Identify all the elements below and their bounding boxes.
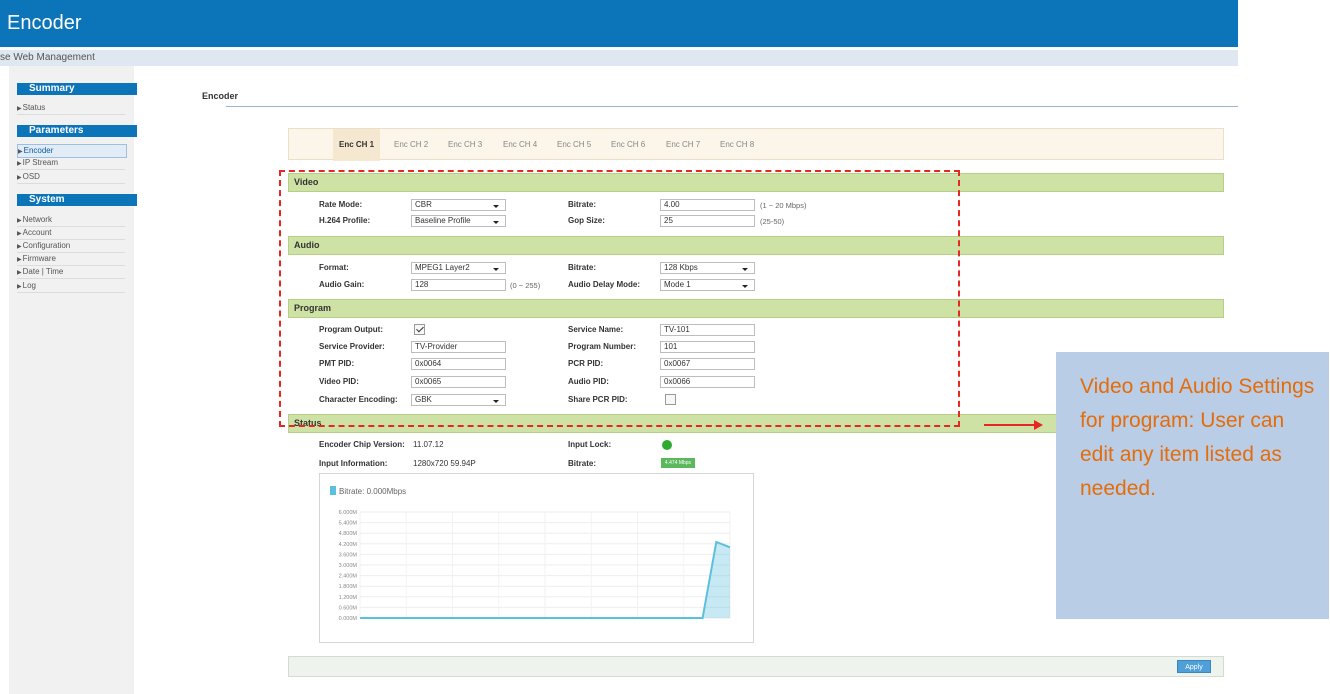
sidebar-item-label: Date | Time bbox=[22, 267, 64, 276]
sidebar-item-log[interactable]: ▶Log bbox=[17, 280, 125, 293]
tab-enc-ch5[interactable]: Enc CH 5 bbox=[557, 129, 591, 161]
tab-enc-ch4[interactable]: Enc CH 4 bbox=[503, 129, 537, 161]
y-tick-label: 0.000M bbox=[339, 616, 358, 622]
highlight-box bbox=[279, 170, 960, 427]
triangle-right-icon: ▶ bbox=[18, 149, 23, 155]
tab-enc-ch7[interactable]: Enc CH 7 bbox=[666, 129, 700, 161]
channel-tabs: Enc CH 1 Enc CH 2 Enc CH 3 Enc CH 4 Enc … bbox=[288, 128, 1224, 161]
sidebar-section-system: System bbox=[17, 194, 137, 206]
tab-enc-ch1[interactable]: Enc CH 1 bbox=[333, 129, 381, 161]
sidebar-item-label: Log bbox=[22, 281, 36, 290]
sidebar-item-configuration[interactable]: ▶Configuration bbox=[17, 240, 125, 253]
legend-swatch bbox=[330, 486, 336, 495]
sidebar-item-osd[interactable]: ▶OSD bbox=[17, 171, 125, 184]
bitrate-chart: Bitrate: 0.000Mbps 6.000M 5.400M 4.800M 4.20… bbox=[319, 473, 754, 643]
callout-arrow-line bbox=[984, 424, 1036, 426]
page-title: Encoder bbox=[202, 91, 239, 101]
bitrate-chart-svg: Bitrate: 0.000Mbps 6.000M 5.400M 4.800M 4.20… bbox=[330, 486, 731, 622]
triangle-right-icon: ▶ bbox=[17, 270, 22, 276]
sidebar-item-date-time[interactable]: ▶Date | Time bbox=[17, 266, 125, 279]
title-divider bbox=[226, 106, 1238, 107]
triangle-right-icon: ▶ bbox=[17, 106, 22, 112]
sidebar-section-parameters: Parameters bbox=[17, 125, 137, 137]
sidebar-item-label: IP Stream bbox=[22, 158, 59, 167]
sidebar-item-encoder[interactable]: ▶Encoder bbox=[17, 144, 127, 158]
subtitle-bar: se Web Management bbox=[0, 50, 1238, 66]
apply-button[interactable]: Apply bbox=[1177, 660, 1211, 673]
input-lock-indicator bbox=[662, 440, 672, 450]
triangle-right-icon: ▶ bbox=[17, 161, 22, 167]
y-tick-label: 1.800M bbox=[339, 584, 358, 590]
y-tick-label: 4.800M bbox=[339, 531, 358, 537]
chip-version-value: 11.07.12 bbox=[413, 440, 444, 449]
app-subtitle: se Web Management bbox=[0, 52, 95, 63]
input-info-value: 1280x720 59.94P bbox=[413, 459, 476, 468]
legend-label: Bitrate: 0.000Mbps bbox=[339, 487, 406, 496]
tab-enc-ch3[interactable]: Enc CH 3 bbox=[448, 129, 482, 161]
sidebar-item-account[interactable]: ▶Account bbox=[17, 227, 125, 240]
sidebar-item-network[interactable]: ▶Network bbox=[17, 214, 125, 227]
callout-text: Video and Audio Settings for program: Us… bbox=[1080, 375, 1315, 500]
triangle-right-icon: ▶ bbox=[17, 175, 22, 181]
status-bitrate-badge: 4.474 Mbps bbox=[661, 458, 695, 468]
y-tick-label: 1.200M bbox=[339, 595, 358, 601]
sidebar-item-firmware[interactable]: ▶Firmware bbox=[17, 253, 125, 266]
arrow-right-icon bbox=[1034, 420, 1043, 430]
y-tick-label: 0.600M bbox=[339, 605, 358, 611]
sidebar-item-status[interactable]: ▶Status bbox=[17, 102, 125, 115]
status-bitrate-label: Bitrate: bbox=[568, 459, 597, 468]
y-tick-label: 2.400M bbox=[339, 574, 358, 580]
triangle-right-icon: ▶ bbox=[17, 218, 22, 224]
tab-enc-ch2[interactable]: Enc CH 2 bbox=[394, 129, 428, 161]
input-lock-label: Input Lock: bbox=[568, 440, 612, 449]
sidebar-item-label: Account bbox=[22, 228, 52, 237]
sidebar-item-label: Firmware bbox=[22, 254, 56, 263]
y-tick-label: 3.000M bbox=[339, 563, 358, 569]
app-header: Encoder bbox=[0, 0, 1238, 47]
tab-enc-ch6[interactable]: Enc CH 6 bbox=[611, 129, 645, 161]
annotation-callout: Video and Audio Settings for program: Us… bbox=[1056, 352, 1329, 619]
triangle-right-icon: ▶ bbox=[17, 284, 22, 290]
sidebar-item-label: OSD bbox=[22, 172, 40, 181]
app-title: Encoder bbox=[7, 12, 82, 34]
sidebar-section-summary: Summary bbox=[17, 83, 137, 95]
chip-version-label: Encoder Chip Version: bbox=[319, 440, 405, 449]
y-tick-label: 5.400M bbox=[339, 521, 358, 527]
triangle-right-icon: ▶ bbox=[17, 244, 22, 250]
y-tick-label: 6.000M bbox=[339, 510, 358, 516]
tab-enc-ch8[interactable]: Enc CH 8 bbox=[720, 129, 754, 161]
sidebar-item-label: Network bbox=[22, 215, 52, 224]
y-tick-label: 3.600M bbox=[339, 552, 358, 558]
sidebar-item-label: Encoder bbox=[23, 146, 54, 155]
triangle-right-icon: ▶ bbox=[17, 257, 22, 263]
sidebar-item-ip-stream[interactable]: ▶IP Stream bbox=[17, 157, 125, 170]
sidebar-item-label: Status bbox=[22, 103, 46, 112]
apply-bar bbox=[288, 656, 1224, 677]
triangle-right-icon: ▶ bbox=[17, 231, 22, 237]
input-info-label: Input Information: bbox=[319, 459, 388, 468]
sidebar-item-label: Configuration bbox=[22, 241, 71, 250]
y-tick-label: 4.200M bbox=[339, 542, 358, 548]
